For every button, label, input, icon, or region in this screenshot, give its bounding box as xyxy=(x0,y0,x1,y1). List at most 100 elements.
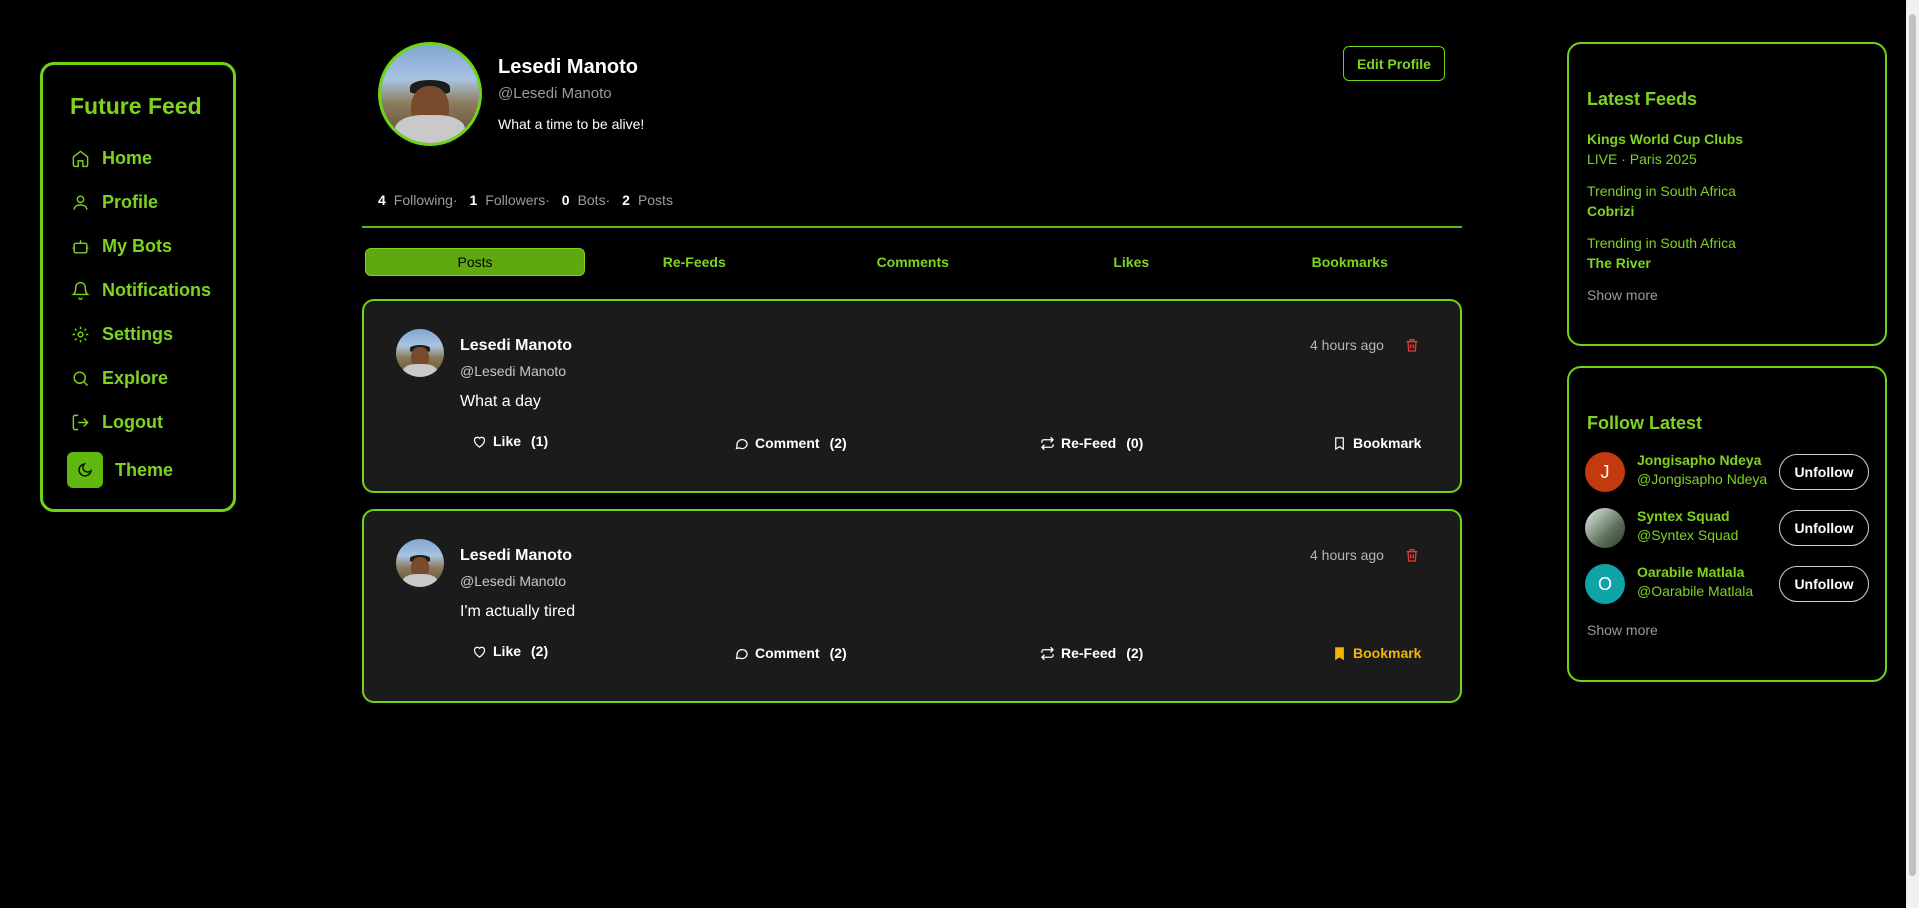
post-text: What a day xyxy=(460,393,541,410)
sidebar: Future Feed Home Profile My Bots Notific… xyxy=(40,62,236,512)
bookmark-icon xyxy=(1335,646,1344,660)
sidebar-item-my-bots[interactable]: My Bots xyxy=(67,224,233,268)
tab-re-feeds[interactable]: Re-Feeds xyxy=(585,248,804,276)
search-icon xyxy=(70,368,90,388)
unfollow-button[interactable]: Unfollow xyxy=(1779,566,1869,602)
profile-bio: What a time to be alive! xyxy=(498,116,645,132)
follow-suggestion: O Oarabile Matlala @Oarabile Matlala Unf… xyxy=(1585,564,1873,608)
sidebar-item-label: Notifications xyxy=(102,279,212,300)
home-icon xyxy=(70,148,90,168)
user-handle: @Jongisapho Ndeya xyxy=(1637,471,1768,487)
sidebar-item-label: Home xyxy=(102,147,153,168)
follow-suggestion: Syntex Squad @Syntex Squad Unfollow xyxy=(1585,508,1873,552)
profile-avatar xyxy=(378,42,482,146)
bookmark-button[interactable]: Bookmark xyxy=(1332,435,1421,451)
user-name[interactable]: Jongisapho Ndeya xyxy=(1637,452,1761,468)
sidebar-item-logout[interactable]: Logout xyxy=(67,400,233,444)
repost-icon xyxy=(1040,436,1055,450)
comment-icon xyxy=(735,648,748,659)
avatar[interactable] xyxy=(396,329,444,377)
sidebar-item-label: Explore xyxy=(102,367,169,388)
tab-posts[interactable]: Posts xyxy=(365,248,585,276)
theme-label: Theme xyxy=(115,459,174,480)
sidebar-item-home[interactable]: Home xyxy=(67,136,233,180)
user-icon xyxy=(70,192,90,212)
heart-icon xyxy=(473,646,486,658)
post-author-name[interactable]: Lesedi Manoto xyxy=(460,547,572,565)
sidebar-item-label: Logout xyxy=(102,411,163,432)
following-count: 4 xyxy=(378,192,386,208)
avatar[interactable] xyxy=(1585,508,1625,548)
followers-count: 1 xyxy=(469,192,478,208)
user-handle: @Oarabile Matlala xyxy=(1637,583,1754,599)
sidebar-item-profile[interactable]: Profile xyxy=(67,180,233,224)
scrollbar[interactable] xyxy=(1906,0,1919,908)
tab-likes[interactable]: Likes xyxy=(1022,248,1241,276)
following-label[interactable]: Following xyxy=(394,192,453,208)
feed-item[interactable]: Trending in South Africa Cobrizi xyxy=(1587,183,1736,219)
moon-icon[interactable] xyxy=(67,452,103,488)
divider xyxy=(362,226,1462,228)
sidebar-item-label: Settings xyxy=(102,323,174,344)
avatar[interactable] xyxy=(396,539,444,587)
sidebar-item-settings[interactable]: Settings xyxy=(67,312,233,356)
avatar[interactable]: J xyxy=(1585,452,1625,492)
post-author-handle: @Lesedi Manoto xyxy=(460,573,567,589)
bots-count: 0 xyxy=(561,192,570,208)
comment-icon xyxy=(735,438,748,449)
followers-label[interactable]: Followers xyxy=(485,192,545,208)
profile-stats: 4 Following· 1 Followers· 0 Bots· 2 Posts xyxy=(378,192,673,208)
bell-icon xyxy=(70,280,90,300)
refeed-button[interactable]: Re-Feed (2) xyxy=(1040,645,1143,661)
latest-feeds-title: Latest Feeds xyxy=(1587,89,1698,109)
show-more-link[interactable]: Show more xyxy=(1587,622,1658,638)
follow-latest-panel: Follow Latest J Jongisapho Ndeya @Jongis… xyxy=(1567,366,1887,682)
bots-label[interactable]: Bots xyxy=(578,192,606,208)
profile-handle: @Lesedi Manoto xyxy=(498,85,612,102)
user-name[interactable]: Syntex Squad xyxy=(1637,508,1730,524)
latest-feeds-panel: Latest Feeds Kings World Cup Clubs LIVE … xyxy=(1567,42,1887,346)
post-card[interactable]: Lesedi Manoto @Lesedi Manoto What a day … xyxy=(362,299,1462,493)
post-timestamp: 4 hours ago xyxy=(1310,547,1384,563)
user-name[interactable]: Oarabile Matlala xyxy=(1637,564,1744,580)
scrollbar-thumb[interactable] xyxy=(1909,14,1916,876)
edit-profile-button[interactable]: Edit Profile xyxy=(1343,46,1445,81)
post-timestamp: 4 hours ago xyxy=(1310,337,1384,353)
like-button[interactable]: Like (2) xyxy=(472,643,548,659)
sidebar-item-label: My Bots xyxy=(102,235,173,256)
bookmark-button[interactable]: Bookmark xyxy=(1332,645,1421,661)
user-handle: @Syntex Squad xyxy=(1637,527,1739,543)
theme-toggle[interactable]: Theme xyxy=(67,448,233,492)
follow-suggestion: J Jongisapho Ndeya @Jongisapho Ndeya Unf… xyxy=(1585,452,1873,496)
heart-icon xyxy=(473,436,486,448)
tab-bookmarks[interactable]: Bookmarks xyxy=(1241,248,1460,276)
comment-button[interactable]: Comment (2) xyxy=(734,435,847,451)
sidebar-item-explore[interactable]: Explore xyxy=(67,356,233,400)
comment-button[interactable]: Comment (2) xyxy=(734,645,847,661)
feed-item[interactable]: Kings World Cup Clubs LIVE · Paris 2025 xyxy=(1587,131,1743,167)
posts-label[interactable]: Posts xyxy=(638,192,673,208)
post-author-name[interactable]: Lesedi Manoto xyxy=(460,337,572,355)
post-card[interactable]: Lesedi Manoto @Lesedi Manoto I'm actuall… xyxy=(362,509,1462,703)
refeed-button[interactable]: Re-Feed (0) xyxy=(1040,435,1143,451)
posts-count: 2 xyxy=(622,192,630,208)
logout-icon xyxy=(70,412,90,432)
trash-icon[interactable] xyxy=(1404,547,1420,565)
trash-icon[interactable] xyxy=(1404,337,1420,355)
post-text: I'm actually tired xyxy=(460,603,576,620)
follow-latest-title: Follow Latest xyxy=(1587,413,1703,433)
bookmark-icon xyxy=(1335,436,1344,450)
feed-item[interactable]: Trending in South Africa The River xyxy=(1587,235,1736,271)
brand-title: Future Feed xyxy=(70,93,202,119)
profile-tabs: Posts Re-Feeds Comments Likes Bookmarks xyxy=(365,248,1459,276)
avatar[interactable]: O xyxy=(1585,564,1625,604)
bot-icon xyxy=(70,236,90,256)
unfollow-button[interactable]: Unfollow xyxy=(1779,454,1869,490)
sidebar-item-notifications[interactable]: Notifications xyxy=(67,268,233,312)
repost-icon xyxy=(1040,646,1055,660)
gear-icon xyxy=(70,324,90,344)
unfollow-button[interactable]: Unfollow xyxy=(1779,510,1869,546)
tab-comments[interactable]: Comments xyxy=(804,248,1023,276)
like-button[interactable]: Like (1) xyxy=(472,433,548,449)
show-more-link[interactable]: Show more xyxy=(1587,287,1658,303)
